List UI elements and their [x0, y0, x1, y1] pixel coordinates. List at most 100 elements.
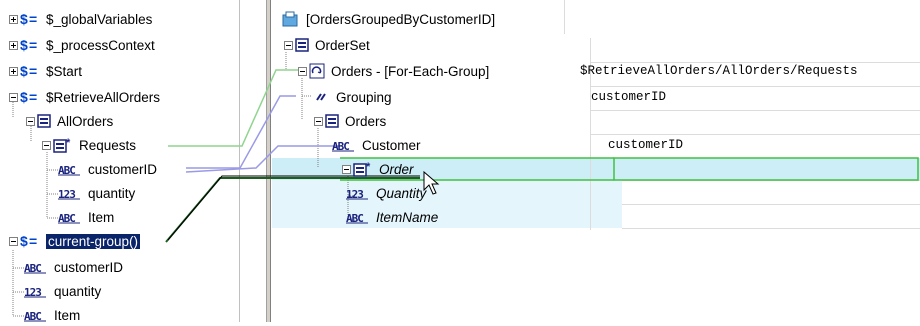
for-each-group-icon — [309, 63, 325, 79]
source-node-item[interactable]: ABC Item — [58, 206, 114, 228]
tree-expander-plus-icon[interactable] — [9, 14, 20, 24]
target-node-label: [OrdersGroupedByCustomerID] — [306, 11, 496, 27]
dollar-equals-icon: $ = — [20, 234, 40, 248]
mapping-expression-customer[interactable]: customerID — [608, 135, 683, 155]
repeating-element-icon: * — [353, 161, 373, 177]
repeating-element-icon: * — [53, 137, 73, 153]
source-node-currentGroup[interactable]: $ = current-group() — [9, 230, 141, 252]
integer-type-icon: 123 — [346, 186, 370, 200]
target-node-label: Grouping — [336, 89, 392, 105]
target-node-order[interactable]: * Order — [342, 158, 414, 180]
svg-text:=: = — [29, 12, 37, 26]
string-type-icon: ABC — [24, 308, 48, 322]
svg-text:ABC: ABC — [58, 212, 75, 224]
source-node-processContext[interactable]: $ = $_processContext — [9, 34, 155, 56]
target-node-customer[interactable]: ABC Customer — [332, 134, 421, 156]
svg-text:=: = — [29, 90, 37, 104]
svg-text:$: $ — [20, 90, 28, 104]
source-node-quantity[interactable]: 123 quantity — [58, 182, 135, 204]
source-node-label: $_globalVariables — [46, 11, 153, 27]
svg-text:ABC: ABC — [346, 212, 363, 224]
svg-text:123: 123 — [24, 286, 41, 298]
source-node-label: customerID — [88, 161, 158, 177]
target-node-label: Orders - [For-Each-Group] — [331, 63, 490, 79]
source-node-label: current-group() — [46, 233, 141, 249]
string-type-icon: ABC — [58, 162, 82, 176]
mapping-expression-orders[interactable]: $RetrieveAllOrders/AllOrders/Requests — [580, 61, 858, 81]
target-node-label: Orders — [345, 113, 387, 129]
svg-text:ABC: ABC — [58, 164, 75, 176]
source-node-label: Item — [54, 307, 81, 323]
target-node-itemName[interactable]: ABC ItemName — [346, 206, 438, 228]
target-node-label: ItemName — [376, 209, 439, 225]
svg-text:=: = — [29, 64, 37, 78]
target-node-orderSet[interactable]: OrderSet — [284, 34, 370, 56]
dollar-equals-icon: $ = — [20, 90, 40, 104]
target-node-orders[interactable]: Orders - [For-Each-Group] — [298, 60, 489, 82]
svg-text:=: = — [29, 38, 37, 52]
tree-expander-minus-icon[interactable] — [284, 40, 295, 50]
tree-expander-minus-icon[interactable] — [342, 164, 353, 174]
tree-expander-minus-icon[interactable] — [298, 66, 309, 76]
tree-expander-plus-icon[interactable] — [9, 40, 20, 50]
string-type-icon: ABC — [24, 260, 48, 274]
tree-expander-plus-icon[interactable] — [9, 66, 20, 76]
dollar-equals-icon: $ = — [20, 38, 40, 52]
svg-text:*: * — [366, 161, 371, 173]
complex-element-icon — [325, 114, 339, 128]
svg-text:$: $ — [20, 234, 28, 248]
target-node-label: Order — [379, 161, 414, 177]
source-node-requests[interactable]: * Requests — [42, 134, 136, 156]
target-node-root[interactable]: [OrdersGroupedByCustomerID] — [282, 8, 495, 30]
tree-expander-minus-icon[interactable] — [9, 236, 20, 246]
dollar-equals-icon: $ = — [20, 12, 40, 26]
source-node-label: Item — [88, 209, 115, 225]
source-node-allOrders[interactable]: AllOrders — [26, 110, 113, 132]
source-node-label: $_processContext — [46, 37, 155, 53]
source-node-customerID[interactable]: ABC customerID — [58, 158, 157, 180]
tree-expander-minus-icon[interactable] — [314, 116, 325, 126]
source-node-label: quantity — [88, 185, 136, 201]
target-node-label: OrderSet — [315, 37, 370, 53]
grouping-icon — [314, 90, 330, 104]
source-node-cgCustomerID[interactable]: ABC customerID — [24, 256, 123, 278]
tree-expander-minus-icon[interactable] — [42, 140, 53, 150]
tree-expander-minus-icon[interactable] — [26, 116, 37, 126]
svg-text:ABC: ABC — [332, 140, 349, 152]
source-node-label: customerID — [54, 259, 124, 275]
source-node-retrieveAllOrders[interactable]: $ = $RetrieveAllOrders — [9, 86, 160, 108]
target-node-grouping[interactable]: Grouping — [314, 86, 392, 108]
target-node-quantity[interactable]: 123 Quantity — [346, 182, 426, 204]
source-node-globalVariables[interactable]: $ = $_globalVariables — [9, 8, 152, 30]
source-node-start[interactable]: $ = $Start — [9, 60, 82, 82]
string-type-icon: ABC — [332, 138, 356, 152]
mapping-line-requests-orders — [168, 69, 305, 147]
string-type-icon: ABC — [346, 210, 370, 224]
target-node-ordersEl[interactable]: Orders — [314, 110, 386, 132]
source-node-cgItem[interactable]: ABC Item — [24, 304, 80, 326]
target-node-label: Customer — [362, 137, 421, 153]
target-node-label: Quantity — [376, 185, 427, 201]
mapping-expression-grouping[interactable]: customerID — [591, 87, 666, 107]
complex-element-icon — [295, 38, 309, 52]
svg-text:$: $ — [20, 12, 28, 26]
source-node-label: AllOrders — [57, 113, 114, 129]
svg-text:$: $ — [20, 64, 28, 78]
svg-text:123: 123 — [58, 188, 75, 200]
tree-expander-minus-icon[interactable] — [9, 92, 20, 102]
dollar-equals-icon: $ = — [20, 64, 40, 78]
source-node-label: Requests — [79, 137, 137, 153]
svg-text:*: * — [66, 137, 71, 149]
source-node-label: $Start — [46, 63, 83, 79]
order-value-drop-target — [613, 157, 919, 181]
svg-text:ABC: ABC — [24, 262, 41, 274]
svg-text:ABC: ABC — [24, 310, 41, 322]
complex-element-icon — [37, 114, 51, 128]
mapping-line-customerid-grouping — [186, 95, 296, 169]
schema-root-icon — [282, 11, 300, 27]
source-node-label: quantity — [54, 283, 102, 299]
source-node-cgQuantity[interactable]: 123 quantity — [24, 280, 101, 302]
integer-type-icon: 123 — [24, 284, 48, 298]
source-node-label: $RetrieveAllOrders — [46, 89, 161, 105]
string-type-icon: ABC — [58, 210, 82, 224]
